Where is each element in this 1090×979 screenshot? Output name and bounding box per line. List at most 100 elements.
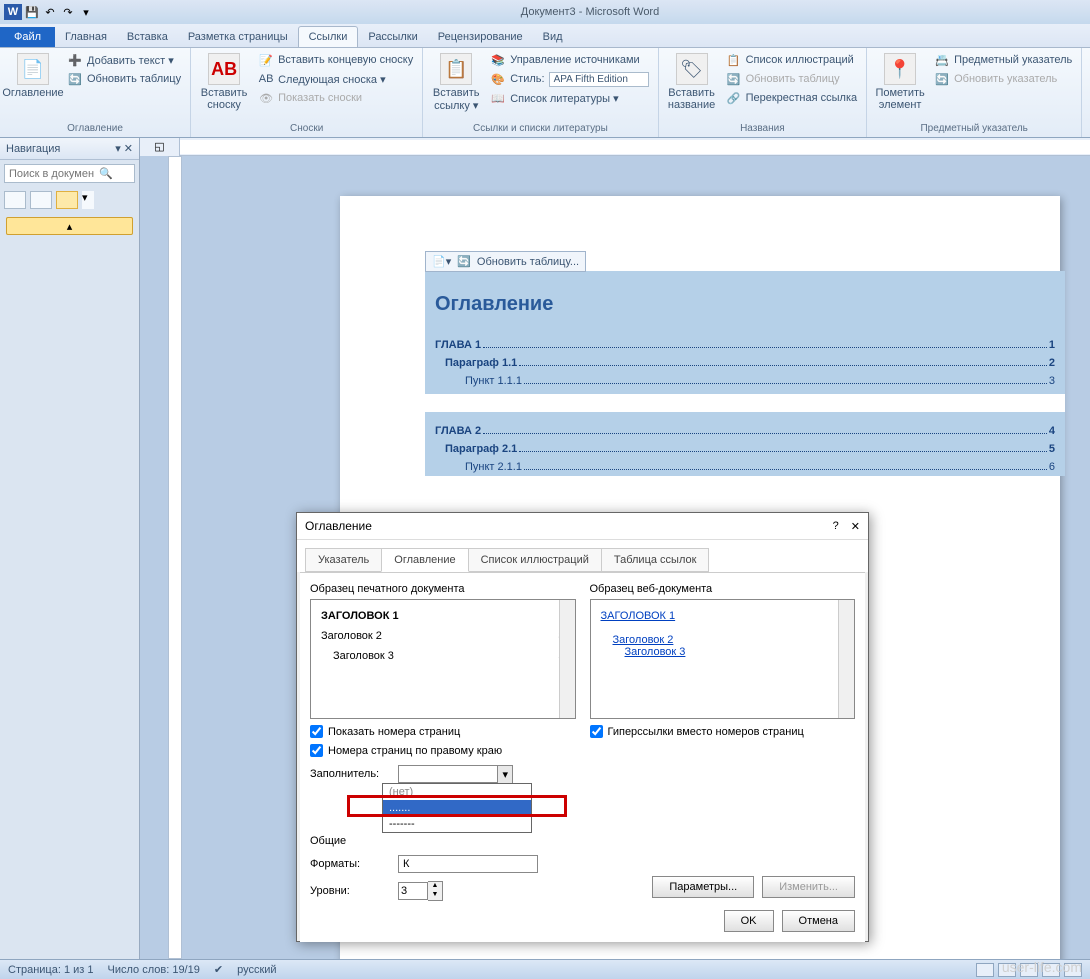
insert-index-button[interactable]: 📇Предметный указатель bbox=[931, 51, 1075, 69]
navigation-pane: Навигация▾ ✕ 🔍 ▾ ▴ bbox=[0, 138, 140, 959]
dd-option-dashes[interactable]: ------- bbox=[383, 816, 531, 832]
qat-dropdown-icon[interactable]: ▾ bbox=[78, 4, 94, 20]
dd-option-dots[interactable]: ....... bbox=[383, 800, 531, 816]
levels-spinner[interactable]: ▲▼ bbox=[398, 881, 443, 901]
redo-icon[interactable]: ↷ bbox=[60, 4, 76, 20]
page-status[interactable]: Страница: 1 из 1 bbox=[8, 964, 94, 976]
insert-citation-button[interactable]: 📋Вставить ссылку ▾ bbox=[429, 51, 483, 114]
add-text-button[interactable]: ➕Добавить текст ▾ bbox=[64, 51, 184, 69]
insert-endnote-button[interactable]: 📝Вставить концевую сноску bbox=[255, 51, 416, 69]
toc-entry[interactable]: ГЛАВА 11 bbox=[425, 336, 1065, 354]
levels-label: Уровни: bbox=[310, 885, 390, 897]
dialog-title: Оглавление bbox=[305, 519, 372, 533]
tab-file[interactable]: Файл bbox=[0, 27, 55, 47]
manage-sources-button[interactable]: 📚Управление источниками bbox=[487, 51, 651, 69]
toc-field-toolbar[interactable]: 📄▾ 🔄 Обновить таблицу... bbox=[425, 251, 586, 272]
tab-references[interactable]: Ссылки bbox=[298, 26, 359, 47]
update-index-button[interactable]: 🔄Обновить указатель bbox=[931, 70, 1075, 88]
dialog-tabs: Указатель Оглавление Список иллюстраций … bbox=[297, 540, 868, 572]
tab-mailings[interactable]: Рассылки bbox=[358, 27, 427, 47]
group-toc-label: Оглавление bbox=[6, 121, 184, 134]
nav-tab-more[interactable]: ▾ bbox=[82, 191, 94, 209]
search-input[interactable] bbox=[9, 168, 99, 180]
nav-item-collapse[interactable]: ▴ bbox=[6, 217, 133, 235]
formats-label: Форматы: bbox=[310, 858, 390, 870]
language-status[interactable]: русский bbox=[237, 964, 276, 976]
cross-reference-button[interactable]: 🔗Перекрестная ссылка bbox=[723, 89, 861, 107]
toc-entry[interactable]: ГЛАВА 24 bbox=[425, 422, 1065, 440]
toc-entry[interactable]: Пункт 1.1.13 bbox=[425, 372, 1065, 390]
spinner-up-icon[interactable]: ▲ bbox=[428, 882, 442, 891]
toc-button[interactable]: 📄Оглавление bbox=[6, 51, 60, 101]
spinner-down-icon[interactable]: ▼ bbox=[428, 891, 442, 900]
hyperlinks-checkbox[interactable] bbox=[590, 725, 603, 738]
watermark: user-life.com bbox=[1002, 959, 1082, 975]
dlg-tab-authorities[interactable]: Таблица ссылок bbox=[601, 548, 710, 572]
toc-selection[interactable]: Оглавление ГЛАВА 11Параграф 1.12Пункт 1.… bbox=[425, 271, 1065, 476]
mark-entry-button[interactable]: 📍Пометить элемент bbox=[873, 51, 927, 113]
tab-view[interactable]: Вид bbox=[533, 27, 573, 47]
options-button[interactable]: Параметры... bbox=[652, 876, 754, 898]
toc-menu-icon[interactable]: 📄▾ bbox=[432, 255, 451, 268]
tab-layout[interactable]: Разметка страницы bbox=[178, 27, 298, 47]
horizontal-ruler[interactable] bbox=[180, 140, 1090, 154]
nav-tab-pages[interactable] bbox=[30, 191, 52, 209]
tab-home[interactable]: Главная bbox=[55, 27, 117, 47]
next-footnote-button[interactable]: ABСледующая сноска ▾ bbox=[255, 70, 416, 88]
toc-entry[interactable]: Пункт 2.1.16 bbox=[425, 458, 1065, 476]
group-citations-label: Ссылки и списки литературы bbox=[429, 121, 651, 134]
undo-icon[interactable]: ↶ bbox=[42, 4, 58, 20]
bibliography-button[interactable]: 📖Список литературы ▾ bbox=[487, 89, 651, 107]
right-align-checkbox[interactable] bbox=[310, 744, 323, 757]
nav-search[interactable]: 🔍 bbox=[4, 164, 135, 183]
nav-tab-headings[interactable] bbox=[4, 191, 26, 209]
view-print-icon[interactable] bbox=[976, 963, 994, 977]
show-page-numbers-checkbox[interactable] bbox=[310, 725, 323, 738]
window-title: Документ3 - Microsoft Word bbox=[94, 6, 1086, 18]
dlg-tab-figures[interactable]: Список иллюстраций bbox=[468, 548, 602, 572]
group-footnotes-label: Сноски bbox=[197, 121, 416, 134]
tab-insert[interactable]: Вставка bbox=[117, 27, 178, 47]
tab-review[interactable]: Рецензирование bbox=[428, 27, 533, 47]
update-table-button[interactable]: 🔄Обновить таблицу bbox=[64, 70, 184, 88]
dlg-tab-index[interactable]: Указатель bbox=[305, 548, 382, 572]
proofing-icon[interactable]: ✔ bbox=[214, 963, 223, 976]
insert-caption-button[interactable]: 🏷Вставить название bbox=[665, 51, 719, 113]
tab-leader-select[interactable]: ▾ bbox=[398, 765, 513, 783]
update-tof-button[interactable]: 🔄Обновить таблицу bbox=[723, 70, 861, 88]
help-icon[interactable]: ? bbox=[833, 520, 839, 533]
ribbon: 📄Оглавление ➕Добавить текст ▾ 🔄Обновить … bbox=[0, 48, 1090, 138]
search-icon[interactable]: 🔍 bbox=[99, 167, 113, 180]
insert-footnote-button[interactable]: ABВставить сноску bbox=[197, 51, 251, 113]
modify-button[interactable]: Изменить... bbox=[762, 876, 855, 898]
ok-button[interactable]: OK bbox=[724, 910, 774, 932]
table-of-figures-button[interactable]: 📋Список иллюстраций bbox=[723, 51, 861, 69]
toc-entry[interactable]: Параграф 1.12 bbox=[425, 354, 1065, 372]
scrollbar[interactable] bbox=[838, 600, 854, 718]
vertical-ruler[interactable] bbox=[168, 156, 182, 959]
print-preview: ЗАГОЛОВОК 11 Заголовок 23 Заголовок 35 bbox=[310, 599, 576, 719]
group-index-label: Предметный указатель bbox=[873, 121, 1075, 134]
status-bar: Страница: 1 из 1 Число слов: 19/19 ✔ рус… bbox=[0, 959, 1090, 979]
dd-option-none[interactable]: (нет) bbox=[383, 784, 531, 800]
formats-select[interactable]: К bbox=[398, 855, 538, 873]
word-count[interactable]: Число слов: 19/19 bbox=[108, 964, 200, 976]
web-preview-label: Образец веб-документа bbox=[590, 583, 856, 595]
nav-close-icon[interactable]: ▾ ✕ bbox=[115, 142, 133, 155]
scrollbar[interactable] bbox=[559, 600, 575, 718]
dlg-tab-toc[interactable]: Оглавление bbox=[381, 548, 468, 572]
titlebar: W 💾 ↶ ↷ ▾ Документ3 - Microsoft Word bbox=[0, 0, 1090, 24]
tab-leader-label: Заполнитель: bbox=[310, 768, 390, 780]
ribbon-tabs: Файл Главная Вставка Разметка страницы С… bbox=[0, 24, 1090, 48]
toc-update-icon[interactable]: 🔄 bbox=[457, 255, 471, 268]
toc-entry[interactable]: Параграф 2.15 bbox=[425, 440, 1065, 458]
cancel-button[interactable]: Отмена bbox=[782, 910, 855, 932]
style-select[interactable]: 🎨Стиль: APA Fifth Edition bbox=[487, 70, 651, 88]
web-preview: ЗАГОЛОВОК 1 Заголовок 2 Заголовок 3 bbox=[590, 599, 856, 719]
nav-tab-results[interactable] bbox=[56, 191, 78, 209]
close-icon[interactable]: ✕ bbox=[851, 520, 860, 533]
ruler-corner[interactable]: ◱ bbox=[140, 138, 180, 156]
save-icon[interactable]: 💾 bbox=[24, 4, 40, 20]
word-icon: W bbox=[4, 4, 22, 20]
show-footnotes-button[interactable]: 👁Показать сноски bbox=[255, 89, 416, 107]
